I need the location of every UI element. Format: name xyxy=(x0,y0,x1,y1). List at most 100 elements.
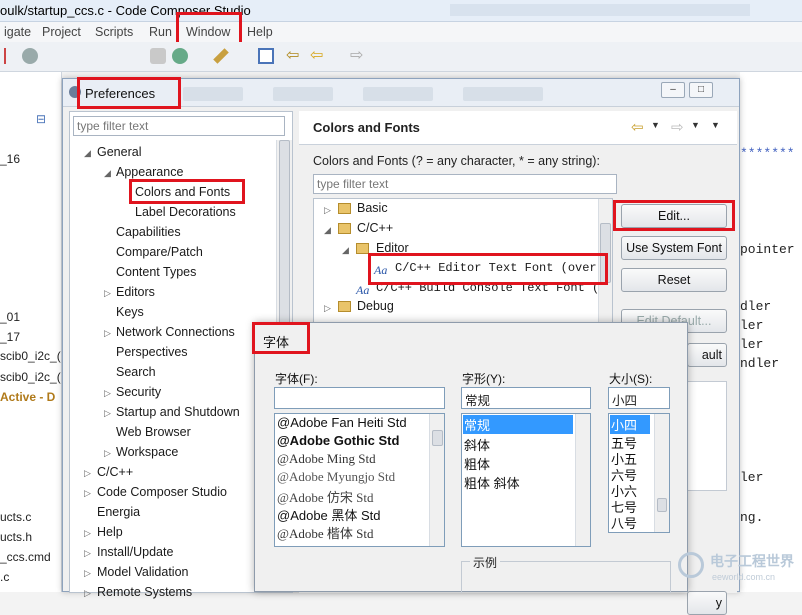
tree-item-search[interactable]: Search xyxy=(116,365,156,379)
tree-item-content-types[interactable]: Content Types xyxy=(116,265,196,279)
collapsed-icon[interactable]: ▷ xyxy=(84,568,91,579)
style-option-selected[interactable]: 常规 xyxy=(463,415,573,434)
collapsed-icon[interactable]: ▷ xyxy=(104,388,111,399)
collapsed-icon[interactable]: ▷ xyxy=(324,303,331,314)
back-arrow-icon[interactable]: ⇦ xyxy=(286,48,302,64)
expand-icon[interactable]: ◢ xyxy=(324,225,331,236)
forward-nav-icon[interactable]: ⇨ xyxy=(350,48,366,64)
project-item[interactable]: scib0_i2c_( xyxy=(0,349,61,363)
menu-help[interactable]: Help xyxy=(243,24,277,40)
size-list-scroll-thumb[interactable] xyxy=(657,498,667,512)
maximize-button[interactable]: □ xyxy=(689,82,713,98)
project-item[interactable]: _16 xyxy=(0,152,20,166)
tree-item-compare-patch[interactable]: Compare/Patch xyxy=(116,245,203,259)
font-option[interactable]: @Adobe 仿宋 Std xyxy=(277,487,373,506)
size-list-scrollbar[interactable] xyxy=(654,414,669,532)
chevron-down-icon[interactable]: ▼ xyxy=(651,120,660,130)
tree-item-capabilities[interactable]: Capabilities xyxy=(116,225,181,239)
collapsed-icon[interactable]: ▷ xyxy=(104,288,111,299)
expand-icon[interactable]: ◢ xyxy=(104,168,111,179)
collapsed-icon[interactable]: ▷ xyxy=(324,205,331,216)
style-option[interactable]: 斜体 xyxy=(464,435,490,454)
tree-item-keys[interactable]: Keys xyxy=(116,305,144,319)
style-option[interactable]: 粗体 xyxy=(464,454,490,473)
menu-navigate[interactable]: igate xyxy=(0,24,35,40)
project-item[interactable]: ucts.h xyxy=(0,530,32,544)
font-option[interactable]: @Adobe Fan Heiti Std xyxy=(277,415,407,430)
font-list[interactable]: @Adobe Fan Heiti Std @Adobe Gothic Std @… xyxy=(274,413,445,547)
font-size-input[interactable]: 小四 xyxy=(608,387,670,409)
tree-item-startup-and-shutdown[interactable]: Startup and Shutdown xyxy=(116,405,240,419)
toolbar-icon[interactable] xyxy=(258,48,274,64)
expand-icon[interactable]: ◢ xyxy=(84,148,91,159)
style-list[interactable]: 常规 斜体 粗体 粗体 斜体 xyxy=(461,413,591,547)
tree-item-general[interactable]: General xyxy=(97,145,141,159)
tree-item-appearance[interactable]: Appearance xyxy=(116,165,183,179)
use-system-font-button[interactable]: Use System Font xyxy=(621,236,727,260)
font-list-scrollbar[interactable] xyxy=(429,414,444,546)
item-editor-text-font[interactable]: C/C++ Editor Text Font (overr xyxy=(395,261,604,275)
chevron-down-icon[interactable]: ▼ xyxy=(691,120,700,130)
collapsed-icon[interactable]: ▷ xyxy=(84,528,91,539)
colors-tree-scrollbar[interactable] xyxy=(598,199,612,327)
tree-item-network-connections[interactable]: Network Connections xyxy=(116,325,235,339)
category-editor[interactable]: Editor xyxy=(376,241,409,255)
tree-item-code-composer-studio[interactable]: Code Composer Studio xyxy=(97,485,227,499)
menu-run[interactable]: Run xyxy=(145,24,176,40)
tree-item-web-browser[interactable]: Web Browser xyxy=(116,425,191,439)
debug-icon[interactable] xyxy=(172,48,188,64)
font-style-input[interactable]: 常规 xyxy=(461,387,591,409)
view-menu-icon[interactable]: ▼ xyxy=(711,120,720,130)
collapse-icon[interactable]: ⊟ xyxy=(36,112,46,126)
style-list-scrollbar[interactable] xyxy=(575,414,590,546)
collapsed-icon[interactable]: ▷ xyxy=(84,488,91,499)
tree-filter-input[interactable]: type filter text xyxy=(73,116,285,136)
menu-scripts[interactable]: Scripts xyxy=(91,24,137,40)
partial-button[interactable]: ault xyxy=(687,343,727,367)
tree-item-install-update[interactable]: Install/Update xyxy=(97,545,173,559)
project-item[interactable]: ucts.c xyxy=(0,510,31,524)
tree-item-workspace[interactable]: Workspace xyxy=(116,445,178,459)
back-arrow-icon[interactable]: ⇦ xyxy=(631,118,644,136)
forward-arrow-icon[interactable]: ⇨ xyxy=(671,118,684,136)
edit-button[interactable]: Edit... xyxy=(621,204,727,228)
back-nav-icon[interactable]: ⇦ xyxy=(310,48,326,64)
expand-icon[interactable]: ◢ xyxy=(342,245,349,256)
tree-item-energia[interactable]: Energia xyxy=(97,505,140,519)
collapsed-icon[interactable]: ▷ xyxy=(104,408,111,419)
collapsed-icon[interactable]: ▷ xyxy=(104,448,111,459)
font-option[interactable]: @Adobe Myungjo Std xyxy=(277,469,395,485)
colors-filter-input[interactable]: type filter text xyxy=(313,174,617,194)
colors-tree-scroll-thumb[interactable] xyxy=(600,223,611,283)
size-option[interactable]: 八号 xyxy=(611,513,637,532)
collapsed-icon[interactable]: ▷ xyxy=(84,468,91,479)
project-item[interactable]: _01 xyxy=(0,310,20,324)
font-option[interactable]: @Adobe 楷体 Std xyxy=(277,523,373,542)
tree-item-editors[interactable]: Editors xyxy=(116,285,155,299)
collapsed-icon[interactable]: ▷ xyxy=(104,328,111,339)
stop-icon[interactable] xyxy=(150,48,166,64)
project-item[interactable]: scib0_i2c_( xyxy=(0,370,61,384)
font-option[interactable]: @Adobe 黑体 Std xyxy=(277,505,381,524)
font-option[interactable]: @Adobe Gothic Std xyxy=(277,433,399,448)
active-project[interactable]: Active - D xyxy=(0,390,55,404)
minimize-button[interactable]: – xyxy=(661,82,685,98)
item-build-console-font[interactable]: C/C++ Build Console Text Font (s xyxy=(376,281,606,295)
size-option-selected[interactable]: 小四 xyxy=(610,415,650,434)
tree-item-colors-and-fonts[interactable]: Colors and Fonts xyxy=(135,185,230,199)
font-list-scroll-thumb[interactable] xyxy=(432,430,443,446)
toolbar-icon[interactable] xyxy=(4,48,20,64)
partial-button[interactable]: y xyxy=(687,591,727,615)
tree-item-model-validation[interactable]: Model Validation xyxy=(97,565,189,579)
wand-icon[interactable] xyxy=(213,48,229,64)
menu-project[interactable]: Project xyxy=(38,24,85,40)
size-list[interactable]: 小四 五号 小五 六号 小六 七号 八号 xyxy=(608,413,670,533)
tree-item-remote-systems[interactable]: Remote Systems xyxy=(97,585,192,599)
project-item[interactable]: _17 xyxy=(0,330,20,344)
tree-item-security[interactable]: Security xyxy=(116,385,161,399)
tree-item-perspectives[interactable]: Perspectives xyxy=(116,345,188,359)
project-item[interactable]: _ccs.cmd xyxy=(0,550,51,564)
tree-item-c-cpp[interactable]: C/C++ xyxy=(97,465,133,479)
collapsed-icon[interactable]: ▷ xyxy=(84,548,91,559)
category-debug[interactable]: Debug xyxy=(357,299,394,313)
